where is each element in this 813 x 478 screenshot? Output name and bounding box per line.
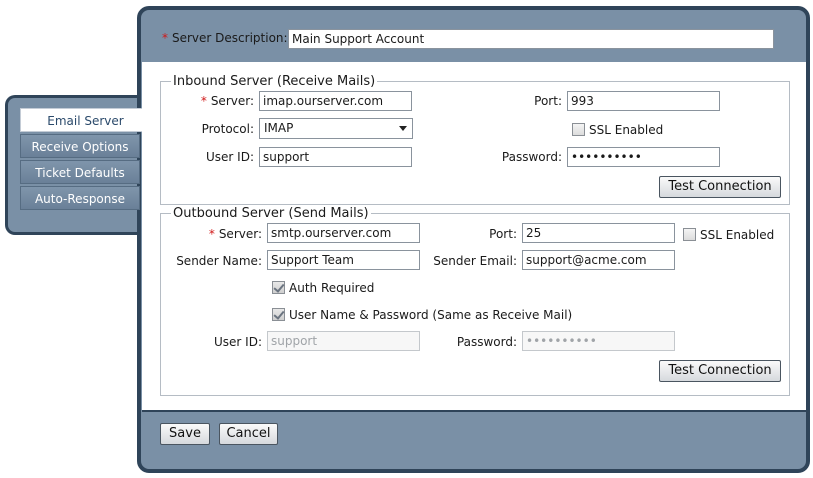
outbound-userid-label: User ID: bbox=[214, 335, 262, 349]
protocol-select[interactable]: IMAP bbox=[259, 118, 413, 139]
inbound-port-input[interactable] bbox=[567, 91, 720, 111]
outbound-ssl-checkbox[interactable] bbox=[683, 228, 696, 241]
outbound-test-connection-button[interactable]: Test Connection bbox=[659, 360, 781, 382]
inbound-server-label-text: Server: bbox=[210, 94, 254, 108]
inbound-userid-input[interactable] bbox=[259, 147, 412, 167]
inbound-port-label: Port: bbox=[534, 94, 562, 108]
sender-name-input[interactable] bbox=[267, 250, 420, 270]
inbound-legend: Inbound Server (Receive Mails) bbox=[171, 74, 378, 89]
inbound-userid-label: User ID: bbox=[206, 150, 254, 164]
required-marker: * bbox=[200, 94, 207, 108]
inbound-password-label: Password: bbox=[501, 150, 562, 164]
protocol-selected-value: IMAP bbox=[264, 121, 294, 135]
sender-email-label: Sender Email: bbox=[433, 254, 517, 268]
same-credentials-label: User Name & Password (Same as Receive Ma… bbox=[289, 308, 573, 322]
tab-ticket-defaults[interactable]: Ticket Defaults bbox=[20, 160, 140, 184]
outbound-password-input[interactable] bbox=[522, 331, 675, 351]
inbound-server-input[interactable] bbox=[259, 91, 412, 111]
required-marker: * bbox=[208, 227, 215, 241]
server-description-input[interactable] bbox=[288, 29, 774, 49]
side-tab-list: Email Server Receive Options Ticket Defa… bbox=[20, 108, 150, 212]
outbound-port-label: Port: bbox=[489, 227, 517, 241]
tab-receive-options[interactable]: Receive Options bbox=[20, 134, 140, 158]
auth-required-label: Auth Required bbox=[289, 281, 375, 295]
outbound-legend: Outbound Server (Send Mails) bbox=[171, 206, 371, 221]
cancel-button[interactable]: Cancel bbox=[219, 423, 278, 445]
protocol-label: Protocol: bbox=[201, 122, 254, 136]
inbound-test-connection-button[interactable]: Test Connection bbox=[659, 176, 781, 198]
inbound-ssl-label: SSL Enabled bbox=[589, 123, 664, 137]
outbound-server-label: * Server: bbox=[196, 227, 262, 241]
outbound-server-label-text: Server: bbox=[218, 227, 262, 241]
required-marker: * bbox=[162, 31, 168, 45]
server-description-label: * Server Description: bbox=[162, 31, 288, 45]
auth-required-checkbox[interactable] bbox=[272, 281, 285, 294]
inbound-password-input[interactable] bbox=[567, 147, 720, 167]
save-button[interactable]: Save bbox=[160, 423, 210, 445]
server-description-label-text: Server Description: bbox=[172, 31, 288, 45]
footer-divider bbox=[142, 410, 806, 412]
inbound-ssl-checkbox[interactable] bbox=[572, 123, 585, 136]
sender-name-label: Sender Name: bbox=[176, 254, 262, 268]
outbound-server-input[interactable] bbox=[267, 223, 420, 243]
sender-email-input[interactable] bbox=[522, 250, 675, 270]
outbound-port-input[interactable] bbox=[522, 223, 675, 243]
outbound-userid-input[interactable] bbox=[267, 331, 420, 351]
outbound-password-label: Password: bbox=[456, 335, 517, 349]
chevron-down-icon bbox=[399, 126, 407, 131]
inbound-server-label: * Server: bbox=[190, 94, 254, 108]
tab-auto-response[interactable]: Auto-Response bbox=[20, 186, 140, 210]
same-credentials-checkbox[interactable] bbox=[272, 308, 285, 321]
outbound-ssl-label: SSL Enabled bbox=[700, 228, 775, 242]
tab-email-server[interactable]: Email Server bbox=[20, 108, 150, 132]
